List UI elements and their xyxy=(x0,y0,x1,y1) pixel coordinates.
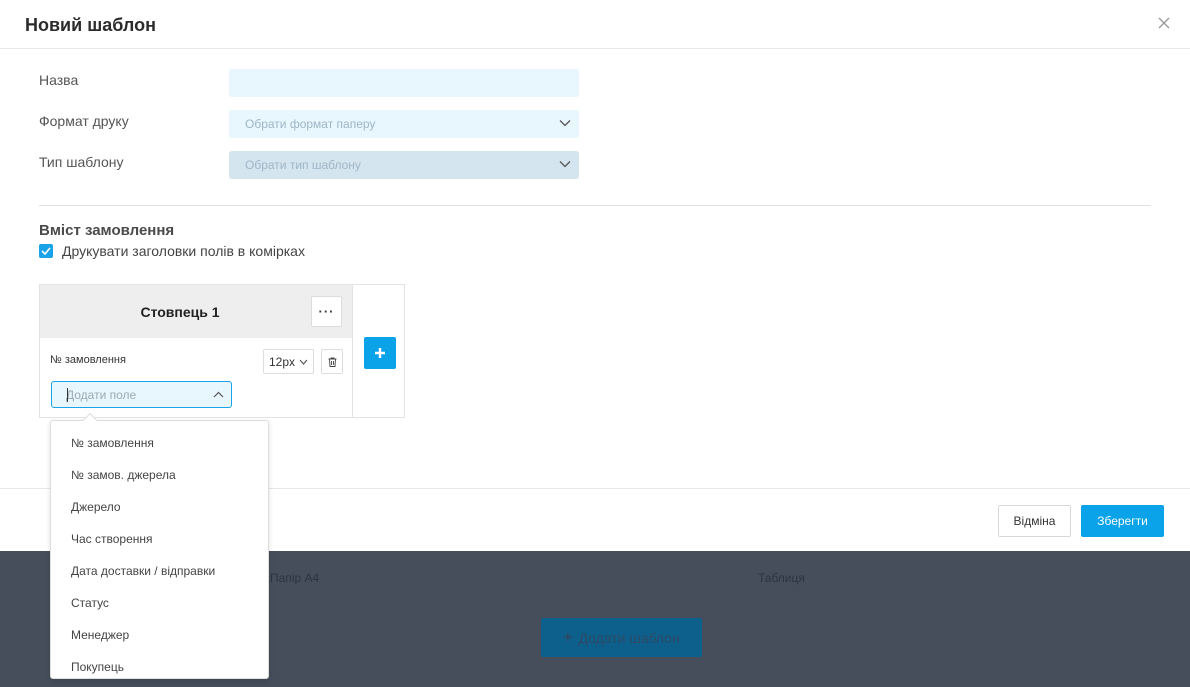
dropdown-option[interactable]: Менеджер xyxy=(71,628,129,642)
template-type-select[interactable]: Обрати тип шаблону xyxy=(229,151,579,179)
column-title: Стовпець 1 xyxy=(140,304,220,320)
add-field-placeholder: Додати поле xyxy=(66,387,137,402)
dropdown-option[interactable]: Статус xyxy=(71,596,109,610)
column-more-button[interactable]: ··· xyxy=(311,296,342,327)
chevron-down-icon xyxy=(559,120,571,127)
add-column-button[interactable] xyxy=(364,337,396,369)
columns-editor: Стовпець 1 ··· № замовлення 12px Додати … xyxy=(39,284,405,418)
plus-icon xyxy=(375,348,385,358)
close-icon[interactable] xyxy=(1156,15,1172,31)
bg-add-template-label: Додати шаблон xyxy=(578,629,680,646)
dropdown-option[interactable]: Покупець xyxy=(71,660,124,674)
modal-title: Новий шаблон xyxy=(25,15,156,35)
print-headers-option[interactable]: Друкувати заголовки полів в комірках xyxy=(39,243,305,259)
name-label: Назва xyxy=(39,72,79,88)
name-input[interactable] xyxy=(229,69,579,97)
print-format-label: Формат друку xyxy=(39,113,129,129)
print-format-placeholder: Обрати формат паперу xyxy=(245,117,376,131)
add-field-input[interactable]: Додати поле xyxy=(51,381,232,408)
trash-icon xyxy=(328,357,336,367)
chevron-down-icon xyxy=(559,161,571,168)
print-headers-checkbox[interactable] xyxy=(39,244,53,258)
column-card: Стовпець 1 ··· № замовлення 12px Додати … xyxy=(40,285,353,417)
print-format-row: Формат друку Обрати формат паперу xyxy=(39,110,579,138)
checkmark-icon xyxy=(41,247,51,255)
delete-field-button[interactable] xyxy=(321,349,343,374)
bg-paper-label: Папір А4 xyxy=(270,571,320,585)
template-type-label: Тип шаблону xyxy=(39,154,124,170)
chevron-down-icon xyxy=(299,359,308,365)
modal-header: Новий шаблон xyxy=(0,0,1190,49)
template-type-row: Тип шаблону Обрати тип шаблону xyxy=(39,151,579,179)
print-format-select[interactable]: Обрати формат паперу xyxy=(229,110,579,138)
print-headers-label: Друкувати заголовки полів в комірках xyxy=(62,243,305,259)
save-button[interactable]: Зберегти xyxy=(1081,505,1164,537)
name-row: Назва xyxy=(39,69,579,97)
dropdown-option[interactable]: № замов. джерела xyxy=(71,468,176,482)
dropdown-option[interactable]: Час створення xyxy=(71,532,153,546)
bg-table-label: Таблиця xyxy=(758,571,805,585)
dropdown-option[interactable]: № замовлення xyxy=(71,436,154,450)
section-divider xyxy=(39,205,1151,206)
font-size-value: 12px xyxy=(269,354,296,369)
add-field-dropdown: № замовлення № замов. джерела Джерело Ча… xyxy=(50,412,269,679)
column-field-name: № замовлення xyxy=(50,354,126,366)
plus-icon: + xyxy=(563,628,573,646)
cancel-button[interactable]: Відміна xyxy=(998,505,1071,537)
chevron-up-icon xyxy=(213,391,224,398)
order-content-title: Вміст замовлення xyxy=(39,222,175,239)
column-header: Стовпець 1 ··· xyxy=(40,285,352,338)
template-type-placeholder: Обрати тип шаблону xyxy=(245,158,361,172)
font-size-select[interactable]: 12px xyxy=(263,349,314,374)
dropdown-option[interactable]: Джерело xyxy=(71,500,121,514)
text-cursor xyxy=(67,388,68,402)
bg-add-template-button: + Додати шаблон xyxy=(541,618,702,657)
dropdown-option[interactable]: Дата доставки / відправки xyxy=(71,564,215,578)
